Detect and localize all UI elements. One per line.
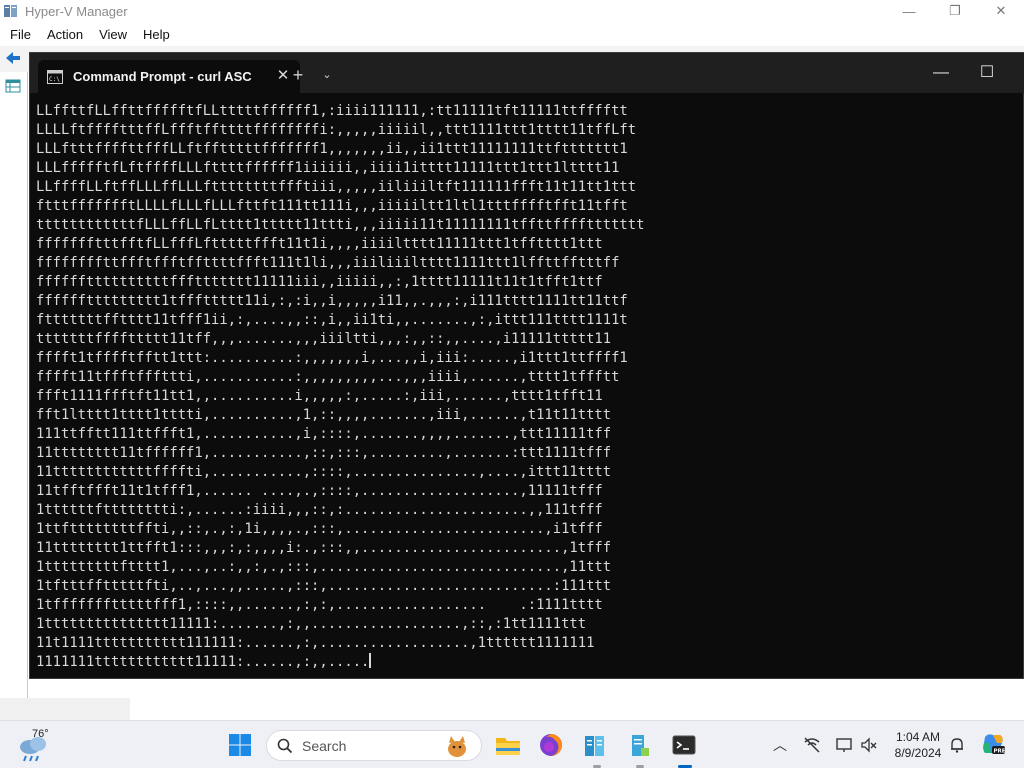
terminal-line: 1tttttttttftttt1,...,..:,,:,.,:::,......…	[36, 559, 612, 575]
svg-text:PRE: PRE	[994, 749, 1006, 755]
terminal-line: 1tffffffftttttfff1,::::,,......,:,:,....…	[36, 597, 603, 613]
hyperv-tree-pane[interactable]	[0, 72, 28, 698]
firefox-icon[interactable]	[537, 731, 565, 759]
server-list-icon[interactable]	[5, 78, 21, 94]
display-icon[interactable]	[835, 735, 853, 755]
terminal-line: 11tfftffft11t1tfff1,...... ....,.,::::,.…	[36, 483, 603, 499]
file-explorer-icon[interactable]	[494, 731, 522, 759]
menu-action[interactable]: Action	[47, 27, 83, 42]
taskbar-search-box[interactable]: Search	[266, 730, 482, 761]
terminal-line: fft1ltttt1tttt1tttti,..........,1,::,,,,…	[36, 407, 612, 423]
taskbar: 76° Search ︿ 1:04 AM 8/9/2024 PRE	[0, 720, 1024, 768]
terminal-line: 1tftttfftttttfti,..,...,,.....,:::,.....…	[36, 578, 612, 594]
svg-text:C:\: C:\	[49, 76, 60, 83]
terminal-line: 111ttfftt111ttffft1,...........,i,::::,.…	[36, 426, 612, 442]
hyperv-title: Hyper-V Manager	[25, 3, 128, 19]
hyperv-close-button[interactable]: ✕	[978, 0, 1024, 22]
menu-view[interactable]: View	[99, 27, 127, 42]
terminal-line: ffft1111ffftft11tt1,,..........i,,,,,:,.…	[36, 388, 603, 404]
copilot-pre-icon[interactable]: PRE	[980, 731, 1006, 757]
terminal-output[interactable]: LLffttfLLffttffffftfLLtttttffffff1,:iiii…	[36, 102, 996, 672]
terminal-line: LLLffffftfLftffffLLLfttttffffff1iiiiii,,…	[36, 160, 620, 176]
terminal-line: 11t1111ttttttttttt111111:......,:,......…	[36, 635, 595, 651]
terminal-line: ffffffffttffftffftffttttffft111t1li,,,ii…	[36, 255, 620, 271]
vm-connection-taskbar-icon[interactable]	[625, 731, 653, 759]
terminal-line: LLffttfLLffttffffftfLLtttttffffff1,:iiii…	[36, 103, 628, 119]
speaker-muted-icon[interactable]	[860, 735, 878, 755]
terminal-line: ffffffttttttttttfffttttttt11111iii,,iiii…	[36, 274, 603, 290]
terminal-line: LLLLftfffftttffLffftffttttffffffffi:,,,,…	[36, 122, 637, 138]
terminal-taskbar-icon[interactable]	[670, 731, 698, 759]
new-tab-button[interactable]: +	[286, 63, 310, 87]
terminal-line-text: 1111111tttttttttttt11111:......,:,,.....	[36, 654, 370, 670]
tab-command-prompt[interactable]: C:\ Command Prompt - curl ASC ✕	[38, 60, 300, 93]
terminal-line: tttttttffffttttt11tff,,,.......,,,iiiltt…	[36, 331, 612, 347]
hyperv-manager-taskbar-icon[interactable]	[581, 731, 609, 759]
terminal-line: fffft1tfffftfftt1ttt:..........:,,,,,,,i…	[36, 350, 628, 366]
clock-time: 1:04 AM	[895, 730, 941, 744]
notification-bell-icon[interactable]	[948, 735, 966, 755]
hyperv-status-area	[0, 698, 130, 720]
terminal-line-last: 1111111tttttttttttt11111:......,:,,.....	[36, 653, 996, 672]
terminal-line: 1ttttttftttttttti:,......:iiii,,,::,:...…	[36, 502, 603, 518]
hyperv-maximize-button[interactable]: ❐	[932, 0, 978, 22]
hyperv-app-icon	[4, 5, 17, 17]
text-cursor	[369, 653, 372, 668]
terminal-titlebar[interactable]: C:\ Command Prompt - curl ASC ✕ + ⌄ — ☐	[30, 53, 1024, 93]
terminal-line: LLLftttffffttfffLLftfftttttfffffff1,,,,,…	[36, 141, 628, 157]
tab-dropdown-chevron-icon[interactable]: ⌄	[316, 63, 338, 87]
menu-file[interactable]: File	[10, 27, 31, 42]
terminal-line: ftttffffffftLLLLfLLLfLLLfttft111tt111i,,…	[36, 198, 628, 214]
back-arrow-icon[interactable]	[4, 50, 22, 66]
chevron-up-icon[interactable]: ︿	[772, 735, 788, 755]
tab-label: Command Prompt - curl ASC	[73, 69, 252, 84]
terminal-line: 1ttttttttttttttt11111:.......,:,,.......…	[36, 616, 587, 632]
terminal-line: ffffffftttfftfLLfffLftttttffft11t1i,,,,i…	[36, 236, 603, 252]
search-icon	[277, 738, 293, 754]
hyperv-titlebar: Hyper-V Manager	[0, 0, 1024, 22]
system-clock[interactable]: 1:04 AM 8/9/2024	[880, 729, 956, 761]
menu-help[interactable]: Help	[143, 27, 170, 42]
cmd-icon: C:\	[47, 69, 63, 84]
search-highlight-cat-icon	[448, 736, 466, 757]
hyperv-minimize-button[interactable]: —	[886, 0, 932, 22]
terminal-line: 1ttfttttttttffti,,::,.,:,1i,,,,.,:::,...…	[36, 521, 603, 537]
terminal-line: ttttttttttttfLLLffLLfLtttt1ttttt11ttti,,…	[36, 217, 645, 233]
terminal-line: ffffffttttttttt1tfffttttt11i,:,:i,,i,,,,…	[36, 293, 628, 309]
command-prompt-window[interactable]: C:\ Command Prompt - curl ASC ✕ + ⌄ — ☐ …	[29, 52, 1024, 679]
terminal-maximize-button[interactable]: ☐	[964, 53, 1010, 93]
terminal-line: 11tttttttt1ttfft1:::,,,:,:,,,,i:.,:::,,.…	[36, 540, 612, 556]
clock-date: 8/9/2024	[894, 746, 942, 760]
terminal-line: LLffffLLftffLLLffLLLfttttttttffftiii,,,,…	[36, 179, 637, 195]
network-off-icon[interactable]	[803, 735, 821, 755]
weather-temperature: 76°	[32, 728, 49, 740]
terminal-line: 11tttttttt11tffffff1,...........,::,:::,…	[36, 445, 612, 461]
hyperv-menubar: File Action View Help	[0, 23, 176, 45]
terminal-line: ftttttttfftttt11tfff1ii,:,....,,::,i,,ii…	[36, 312, 628, 328]
terminal-line: fffft11tffftfffttti,...........:,,,,,,,,…	[36, 369, 620, 385]
search-placeholder: Search	[302, 738, 347, 754]
terminal-minimize-button[interactable]: —	[918, 53, 964, 93]
terminal-line: 11ttttttttttttffffti,...........,::::,..…	[36, 464, 612, 480]
windows-start-icon[interactable]	[228, 733, 252, 757]
